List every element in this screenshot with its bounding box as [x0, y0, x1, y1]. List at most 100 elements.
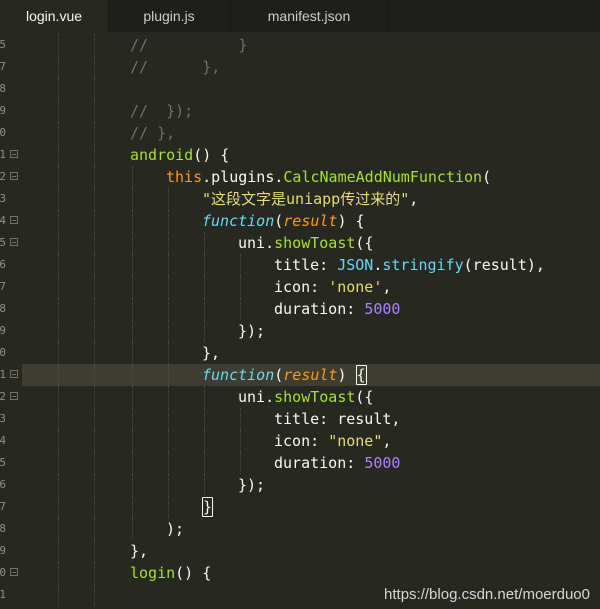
indent-guide: [94, 122, 95, 144]
indent-guide: [94, 540, 95, 562]
code-text: duration: 5000: [274, 298, 400, 320]
code-token: title: result,: [274, 410, 401, 428]
code-text: icon: "none",: [274, 430, 391, 452]
code-line[interactable]: 8);: [0, 518, 600, 540]
watermark-text: https://blog.csdn.net/moerduo0: [384, 586, 590, 603]
tab-manifest-json[interactable]: manifest.json: [230, 0, 389, 32]
code-line[interactable]: 5 // }: [0, 34, 600, 56]
fold-toggle-icon[interactable]: [10, 150, 18, 158]
code-line[interactable]: 3 "这段文字是uniapp传过来的",: [0, 188, 600, 210]
code-line[interactable]: 5 uni.showToast({: [0, 232, 600, 254]
indent-guide: [132, 364, 133, 386]
indent-guide: [58, 430, 59, 452]
indent-guide: [204, 276, 205, 298]
code-line[interactable]: 4 function(result) {: [0, 210, 600, 232]
indent-guide: [132, 298, 133, 320]
code-text: icon: 'none',: [274, 276, 391, 298]
indent-guide: [132, 254, 133, 276]
indent-guide: [94, 430, 95, 452]
fold-toggle-icon[interactable]: [10, 370, 18, 378]
code-line[interactable]: 1 android() {: [0, 144, 600, 166]
indent-guide: [168, 320, 169, 342]
indent-guide: [168, 452, 169, 474]
indent-guide: [94, 386, 95, 408]
indent-guide: [94, 78, 95, 100]
indent-guide: [204, 232, 205, 254]
code-token: ({: [355, 234, 374, 252]
code-line[interactable]: 9});: [0, 320, 600, 342]
code-text: title: JSON.stringify(result),: [274, 254, 545, 276]
line-number: 8: [0, 82, 6, 95]
indent-guide: [168, 474, 169, 496]
code-token: // }: [130, 36, 248, 54]
code-token: JSON: [337, 256, 374, 274]
line-number: 9: [0, 104, 6, 117]
indent-guide: [94, 232, 95, 254]
code-editor[interactable]: 5// } 7// }, 8 9// }); 0// }, 1 android() {2th…: [0, 32, 600, 609]
indent-guide: [240, 254, 241, 276]
code-text: );: [166, 518, 184, 540]
code-text: duration: 5000: [274, 452, 400, 474]
code-text: uni.showToast({: [238, 386, 373, 408]
code-line[interactable]: 0 login() {: [0, 562, 600, 584]
fold-toggle-icon[interactable]: [10, 392, 18, 400]
code-line[interactable]: 1 function(result) {: [0, 364, 600, 386]
code-line[interactable]: 6 title: JSON.stringify(result),: [0, 254, 600, 276]
code-line[interactable]: 7}: [0, 496, 600, 518]
tab-login-vue[interactable]: login.vue: [0, 0, 109, 32]
indent-guide: [94, 254, 95, 276]
indent-guide: [94, 496, 95, 518]
indent-guide: [58, 34, 59, 56]
indent-guide: [132, 452, 133, 474]
fold-toggle-icon[interactable]: [10, 238, 18, 246]
line-number: 1: [0, 368, 6, 381]
code-line[interactable]: 6});: [0, 474, 600, 496]
indent-guide: [240, 298, 241, 320]
code-line[interactable]: 2 this.plugins.CalcNameAddNumFunction(: [0, 166, 600, 188]
fold-toggle-icon[interactable]: [10, 568, 18, 576]
code-line[interactable]: 8: [0, 78, 600, 100]
code-line[interactable]: 7 icon: 'none',: [0, 276, 600, 298]
code-line[interactable]: 3 title: result,: [0, 408, 600, 430]
indent-guide: [168, 210, 169, 232]
code-token: ): [337, 366, 356, 384]
indent-guide: [58, 364, 59, 386]
fold-toggle-icon[interactable]: [10, 216, 18, 224]
code-token: stringify: [382, 256, 464, 274]
code-line[interactable]: 9},: [0, 540, 600, 562]
indent-guide: [94, 342, 95, 364]
indent-guide: [240, 452, 241, 474]
code-line[interactable]: 0 // },: [0, 122, 600, 144]
code-token: 5000: [364, 300, 401, 318]
indent-guide: [204, 430, 205, 452]
indent-guide: [58, 408, 59, 430]
code-line[interactable]: 8 duration: 5000: [0, 298, 600, 320]
line-number: 4: [0, 434, 6, 447]
code-token: duration:: [274, 454, 365, 472]
code-line[interactable]: 4 icon: "none",: [0, 430, 600, 452]
fold-toggle-icon[interactable]: [10, 172, 18, 180]
indent-guide: [240, 276, 241, 298]
indent-guide: [204, 386, 205, 408]
code-text: },: [202, 342, 220, 364]
code-line[interactable]: 9 // });: [0, 100, 600, 122]
indent-guide: [58, 518, 59, 540]
line-number: 1: [0, 148, 6, 161]
tab-bar: login.vue plugin.js manifest.json: [0, 0, 600, 32]
code-token: android: [130, 146, 194, 164]
indent-guide: [168, 496, 169, 518]
indent-guide: [168, 364, 169, 386]
indent-guide: [58, 254, 59, 276]
tab-plugin-js[interactable]: plugin.js: [108, 0, 231, 32]
code-line[interactable]: 2 uni.showToast({: [0, 386, 600, 408]
indent-guide: [58, 166, 59, 188]
code-line[interactable]: 5 duration: 5000: [0, 452, 600, 474]
code-token: result: [283, 366, 338, 384]
indent-guide: [58, 232, 59, 254]
code-line[interactable]: 0},: [0, 342, 600, 364]
line-number: 6: [0, 478, 6, 491]
code-line[interactable]: 7 // },: [0, 56, 600, 78]
line-number: 6: [0, 258, 6, 271]
indent-guide: [94, 188, 95, 210]
indent-guide: [58, 452, 59, 474]
